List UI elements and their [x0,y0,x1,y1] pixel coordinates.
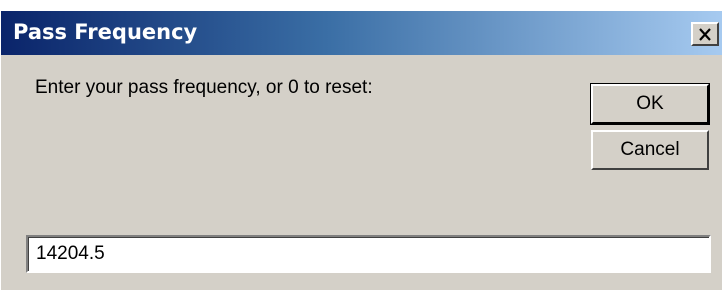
close-icon [698,27,712,41]
frequency-input[interactable] [26,235,711,273]
ok-button[interactable]: OK [590,83,710,125]
window-title: Pass Frequency [13,20,198,44]
close-button[interactable] [691,22,719,46]
prompt-label: Enter your pass frequency, or 0 to reset… [35,77,373,98]
pass-frequency-dialog: Pass Frequency Enter your pass frequency… [0,10,722,290]
cancel-button[interactable]: Cancel [591,130,709,170]
title-bar[interactable]: Pass Frequency [1,11,722,55]
